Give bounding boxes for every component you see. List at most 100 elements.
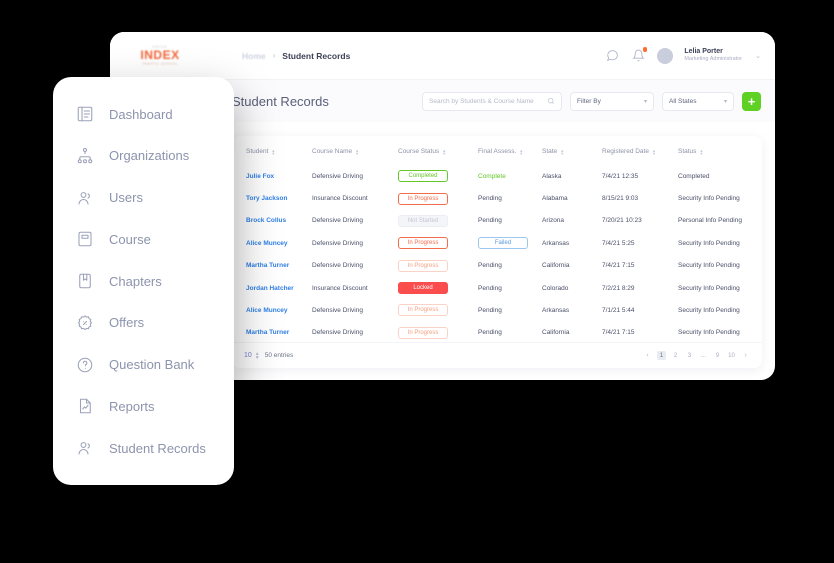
sidebar-item-label: Course bbox=[109, 232, 151, 247]
final-assess-value: Pending bbox=[478, 307, 502, 314]
course-status-badge: In Progress bbox=[398, 237, 448, 249]
sidebar-item-organizations[interactable]: Organizations bbox=[53, 141, 234, 171]
cell-course-status: In Progress bbox=[398, 299, 478, 321]
sidebar-item-label: Dashboard bbox=[109, 107, 173, 122]
filter-by-select[interactable]: Filter By ▾ bbox=[570, 92, 654, 111]
student-link[interactable]: Martha Turner bbox=[246, 329, 289, 336]
user-role: Marketing Administrator bbox=[684, 56, 742, 62]
cell-student: Martha Turner bbox=[232, 255, 312, 277]
message-icon[interactable] bbox=[605, 48, 620, 63]
sidebar-item-student-records[interactable]: Student Records bbox=[53, 433, 234, 463]
sidebar-item-label: Chapters bbox=[109, 274, 162, 289]
table-row[interactable]: Julie FoxDefensive DrivingCompletedCompl… bbox=[232, 165, 762, 187]
stepper-icon[interactable]: ▲▼ bbox=[255, 352, 260, 360]
search-input[interactable] bbox=[429, 98, 547, 105]
table-row[interactable]: Martha TurnerDefensive DrivingIn Progres… bbox=[232, 322, 762, 344]
student-link[interactable]: Alice Muncey bbox=[246, 240, 288, 247]
chevron-down-icon[interactable]: ⌄ bbox=[755, 52, 761, 60]
chapters-icon bbox=[75, 272, 94, 291]
cell-registered-date: 7/4/21 7:15 bbox=[602, 322, 678, 344]
cell-student: Tory Jackson bbox=[232, 187, 312, 209]
table-row[interactable]: Jordan HatcherInsurance DiscountLockedPe… bbox=[232, 277, 762, 299]
pagination-next[interactable]: › bbox=[741, 351, 750, 360]
column-header-state[interactable]: State ▲▼ bbox=[542, 136, 602, 165]
cell-state: Colorado bbox=[542, 277, 602, 299]
navigation-sidebar: Dashboard Organizations Users Course Chapter… bbox=[53, 77, 234, 485]
cell-course-status: In Progress bbox=[398, 322, 478, 344]
per-page-selector[interactable]: 10 ▲▼ bbox=[244, 352, 260, 360]
student-records-table: Student ▲▼ Course Name ▲▼ Course Status … bbox=[232, 136, 762, 368]
column-header-registered-date[interactable]: Registered Date ▲▼ bbox=[602, 136, 678, 165]
pagination-ellipsis[interactable]: ... bbox=[699, 351, 708, 360]
cell-course-name: Defensive Driving bbox=[312, 255, 398, 277]
column-header-status[interactable]: Status ▲▼ bbox=[678, 136, 762, 165]
student-link[interactable]: Alice Muncey bbox=[246, 307, 288, 314]
filter-by-label: Filter By bbox=[577, 98, 601, 105]
breadcrumb-separator: › bbox=[273, 51, 276, 60]
column-header-course-name[interactable]: Course Name ▲▼ bbox=[312, 136, 398, 165]
sidebar-item-offers[interactable]: Offers bbox=[53, 308, 234, 338]
student-link[interactable]: Jordan Hatcher bbox=[246, 285, 294, 292]
table-body: Julie FoxDefensive DrivingCompletedCompl… bbox=[232, 165, 762, 368]
sidebar-item-question-bank[interactable]: Question Bank bbox=[53, 350, 234, 380]
course-status-badge: In Progress bbox=[398, 327, 448, 339]
logo-main-text: INDEX bbox=[140, 49, 179, 62]
avatar[interactable] bbox=[657, 48, 673, 64]
cell-student: Alice Muncey bbox=[232, 232, 312, 254]
pagination-page-2[interactable]: 2 bbox=[671, 351, 680, 360]
page-title: Student Records bbox=[232, 94, 329, 109]
column-header-course-status[interactable]: Course Status ▲▼ bbox=[398, 136, 478, 165]
table-row[interactable]: Alice MunceyDefensive DrivingIn Progress… bbox=[232, 299, 762, 321]
student-link[interactable]: Julie Fox bbox=[246, 173, 274, 180]
pagination-page-1[interactable]: 1 bbox=[657, 351, 666, 360]
table-row[interactable]: Alice Muncey Defensive DrivingIn Progress… bbox=[232, 232, 762, 254]
final-assess-value: Pending bbox=[478, 329, 502, 336]
cell-course-status: Not Started bbox=[398, 210, 478, 232]
table-header-row: Student ▲▼ Course Name ▲▼ Course Status … bbox=[232, 136, 762, 165]
sidebar-item-dashboard[interactable]: Dashboard bbox=[53, 99, 234, 129]
pagination-page-9[interactable]: 9 bbox=[713, 351, 722, 360]
table-row[interactable]: Tory JacksonInsurance DiscountIn Progres… bbox=[232, 187, 762, 209]
cell-course-name: Defensive Driving bbox=[312, 232, 398, 254]
cell-course-name: Insurance Discount bbox=[312, 277, 398, 299]
sidebar-item-label: Question Bank bbox=[109, 357, 194, 372]
course-status-badge: Locked bbox=[398, 282, 448, 294]
cell-registered-date: 8/15/21 9:03 bbox=[602, 187, 678, 209]
search-field[interactable] bbox=[422, 92, 562, 111]
user-info[interactable]: Lelia Porter Marketing Administrator bbox=[684, 48, 742, 62]
sidebar-item-chapters[interactable]: Chapters bbox=[53, 266, 234, 296]
cell-registered-date: 7/4/21 12:35 bbox=[602, 165, 678, 187]
cell-status: Security Info Pending bbox=[678, 322, 762, 344]
column-header-final-assess[interactable]: Final Assess. ▲▼ bbox=[478, 136, 542, 165]
course-status-badge: In Progress bbox=[398, 260, 448, 272]
cell-status: Security Info Pending bbox=[678, 277, 762, 299]
state-filter-select[interactable]: All States ▾ bbox=[662, 92, 734, 111]
sidebar-item-reports[interactable]: Reports bbox=[53, 391, 234, 421]
column-label: Student bbox=[246, 148, 268, 155]
cell-course-name: Defensive Driving bbox=[312, 165, 398, 187]
table-row[interactable]: Martha Turner Defensive DrivingIn Progres… bbox=[232, 255, 762, 277]
sidebar-item-users[interactable]: Users bbox=[53, 183, 234, 213]
app-logo[interactable]: DRIVE INDEX TRAFFIC SCHOOL bbox=[128, 43, 192, 69]
cell-state: California bbox=[542, 255, 602, 277]
student-link[interactable]: Martha Turner bbox=[246, 262, 289, 269]
cell-status: Security Info Pending bbox=[678, 187, 762, 209]
reports-icon bbox=[75, 397, 94, 416]
cell-status: Security Info Pending bbox=[678, 232, 762, 254]
cell-final-assess: Failed bbox=[478, 232, 542, 254]
breadcrumb-parent[interactable]: Home bbox=[242, 51, 266, 61]
add-record-button[interactable]: + bbox=[742, 92, 761, 111]
cell-course-status: In Progress bbox=[398, 232, 478, 254]
column-header-student[interactable]: Student ▲▼ bbox=[232, 136, 312, 165]
student-link[interactable]: Brock Collus bbox=[246, 217, 286, 224]
table-row[interactable]: Brock CollusDefensive DrivingNot Started… bbox=[232, 210, 762, 232]
bell-icon[interactable] bbox=[631, 48, 646, 63]
pagination-prev[interactable]: ‹ bbox=[643, 351, 652, 360]
top-bar: DRIVE INDEX TRAFFIC SCHOOL Home › Studen… bbox=[110, 32, 775, 80]
pagination-page-10[interactable]: 10 bbox=[727, 351, 736, 360]
pagination-page-3[interactable]: 3 bbox=[685, 351, 694, 360]
search-icon bbox=[547, 97, 555, 105]
student-link[interactable]: Tory Jackson bbox=[246, 195, 287, 202]
cell-registered-date: 7/20/21 10:23 bbox=[602, 210, 678, 232]
sidebar-item-course[interactable]: Course bbox=[53, 224, 234, 254]
